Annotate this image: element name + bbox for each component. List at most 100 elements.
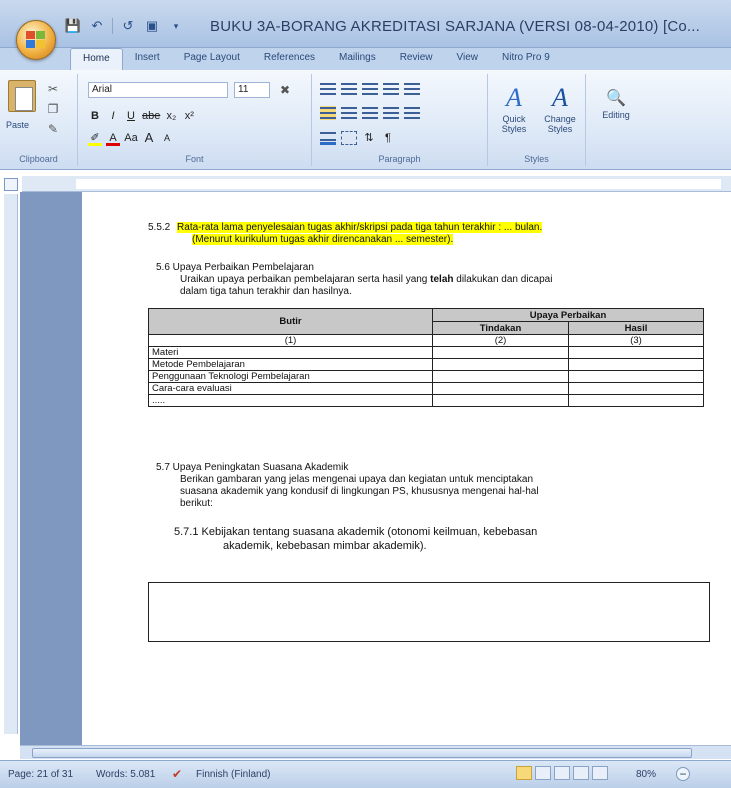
table-cell[interactable]: Materi: [148, 346, 433, 359]
ribbon-tabs: Home Insert Page Layout References Maili…: [0, 48, 731, 70]
page-count[interactable]: Page: 21 of 31: [8, 769, 73, 780]
borders-icon[interactable]: [341, 131, 357, 145]
font-group-label: Font: [185, 154, 204, 164]
save-icon[interactable]: 💾: [64, 18, 82, 34]
align-center-icon[interactable]: [341, 106, 357, 120]
editing-button[interactable]: 🔍 Editing: [594, 88, 638, 120]
line-spacing-icon[interactable]: [404, 106, 420, 120]
proofing-icon[interactable]: ✔: [172, 767, 182, 781]
quick-styles-button[interactable]: A Quick Styles: [492, 82, 536, 134]
table-cell[interactable]: [432, 358, 569, 371]
full-screen-reading-view-icon[interactable]: [535, 766, 551, 780]
table-row: Cara-cara evaluasi: [148, 382, 704, 395]
table-cell[interactable]: .....: [148, 394, 433, 407]
section-5-7-text-line2: suasana akademik yang kondusif di lingku…: [180, 486, 539, 497]
horizontal-ruler[interactable]: [22, 176, 731, 192]
bold-button[interactable]: B: [88, 108, 102, 124]
outline-view-icon[interactable]: [573, 766, 589, 780]
section-5-5-2-number: 5.5.2: [148, 222, 171, 233]
format-painter-icon[interactable]: ✎: [46, 122, 60, 136]
section-5-7-text-line3: berikut:: [180, 498, 213, 509]
print-layout-view-icon[interactable]: [516, 766, 532, 780]
shading-icon[interactable]: [320, 131, 336, 145]
table-cell[interactable]: [432, 382, 569, 395]
answer-text-box[interactable]: [148, 582, 710, 642]
justify-icon[interactable]: [383, 106, 399, 120]
clear-formatting-icon[interactable]: ✖: [278, 83, 292, 97]
font-group: Arial 11 ✖ B I U abe x₂ x² ✐ A Aa A A Fo…: [78, 74, 312, 166]
undo-icon[interactable]: ↶: [88, 18, 106, 34]
tab-view[interactable]: View: [445, 48, 491, 70]
print-preview-icon[interactable]: ▣: [143, 18, 161, 34]
table-cell[interactable]: [568, 346, 704, 359]
align-left-icon[interactable]: [320, 106, 336, 120]
paste-button[interactable]: Paste: [6, 120, 29, 130]
tab-review[interactable]: Review: [388, 48, 445, 70]
font-color-button[interactable]: A: [106, 130, 120, 146]
header-butir: Butir: [148, 308, 433, 335]
column-number: (3): [568, 334, 704, 347]
decrease-indent-icon[interactable]: [383, 82, 399, 96]
underline-button[interactable]: U: [124, 108, 138, 124]
language-indicator[interactable]: Finnish (Finland): [196, 769, 270, 780]
cut-icon[interactable]: ✂: [46, 82, 60, 96]
word-count[interactable]: Words: 5.081: [96, 769, 155, 780]
italic-button[interactable]: I: [106, 108, 120, 124]
ruler-toggle-button[interactable]: [4, 178, 18, 191]
highlight-color-icon[interactable]: ✐: [88, 130, 102, 146]
table-cell[interactable]: Cara-cara evaluasi: [148, 382, 433, 395]
change-styles-button[interactable]: A Change Styles: [538, 82, 582, 134]
vertical-ruler[interactable]: [4, 194, 18, 734]
font-name-select[interactable]: Arial: [88, 82, 228, 98]
bullets-icon[interactable]: [320, 82, 336, 96]
draft-view-icon[interactable]: [592, 766, 608, 780]
table-row: .....: [148, 394, 704, 407]
shrink-font-button[interactable]: A: [160, 130, 174, 146]
font-size-select[interactable]: 11: [234, 82, 270, 98]
table-cell[interactable]: [568, 382, 704, 395]
styles-group: A Quick Styles A Change Styles Styles: [488, 74, 586, 166]
strikethrough-button[interactable]: abe: [142, 108, 160, 124]
table-cell[interactable]: Penggunaan Teknologi Pembelajaran: [148, 370, 433, 383]
horizontal-scrollbar[interactable]: [20, 745, 731, 759]
web-layout-view-icon[interactable]: [554, 766, 570, 780]
table-cell[interactable]: [568, 358, 704, 371]
change-styles-icon: A: [552, 83, 568, 112]
tab-references[interactable]: References: [252, 48, 327, 70]
header-upaya-perbaikan: Upaya Perbaikan: [432, 308, 704, 322]
table-cell[interactable]: [568, 370, 704, 383]
increase-indent-icon[interactable]: [404, 82, 420, 96]
show-formatting-icon[interactable]: ¶: [381, 130, 395, 146]
numbering-icon[interactable]: [341, 82, 357, 96]
section-5-5-2-note: (Menurut kurikulum tugas akhir direncana…: [192, 234, 454, 245]
multilevel-list-icon[interactable]: [362, 82, 378, 96]
superscript-button[interactable]: x²: [182, 108, 196, 124]
paste-icon[interactable]: [8, 80, 36, 112]
customize-toolbar-icon[interactable]: ▾: [167, 18, 185, 34]
scrollbar-thumb[interactable]: [32, 748, 692, 758]
document-page[interactable]: 5.5.2 Rata-rata lama penyelesaian tugas …: [82, 192, 731, 745]
binoculars-icon: 🔍: [606, 90, 626, 107]
change-case-button[interactable]: Aa: [124, 130, 138, 146]
section-5-6-description-line2: dalam tiga tahun terakhir dan hasilnya.: [180, 286, 352, 297]
zoom-level[interactable]: 80%: [636, 769, 656, 780]
table-cell[interactable]: [432, 370, 569, 383]
upaya-perbaikan-table: Butir Upaya Perbaikan Tindakan Hasil (1)…: [148, 308, 704, 407]
tab-nitro-pro[interactable]: Nitro Pro 9: [490, 48, 562, 70]
table-cell[interactable]: [568, 394, 704, 407]
tab-insert[interactable]: Insert: [123, 48, 172, 70]
zoom-out-icon[interactable]: −: [676, 767, 690, 781]
table-cell[interactable]: [432, 346, 569, 359]
sort-icon[interactable]: ⇅: [362, 130, 376, 146]
grow-font-button[interactable]: A: [142, 130, 156, 146]
subscript-button[interactable]: x₂: [164, 108, 178, 124]
office-button[interactable]: [16, 20, 56, 60]
table-cell[interactable]: [432, 394, 569, 407]
table-cell[interactable]: Metode Pembelajaran: [148, 358, 433, 371]
tab-page-layout[interactable]: Page Layout: [172, 48, 252, 70]
align-right-icon[interactable]: [362, 106, 378, 120]
copy-icon[interactable]: ❐: [46, 102, 60, 116]
tab-mailings[interactable]: Mailings: [327, 48, 388, 70]
redo-icon[interactable]: ↺: [119, 18, 137, 34]
tab-home[interactable]: Home: [70, 48, 123, 70]
